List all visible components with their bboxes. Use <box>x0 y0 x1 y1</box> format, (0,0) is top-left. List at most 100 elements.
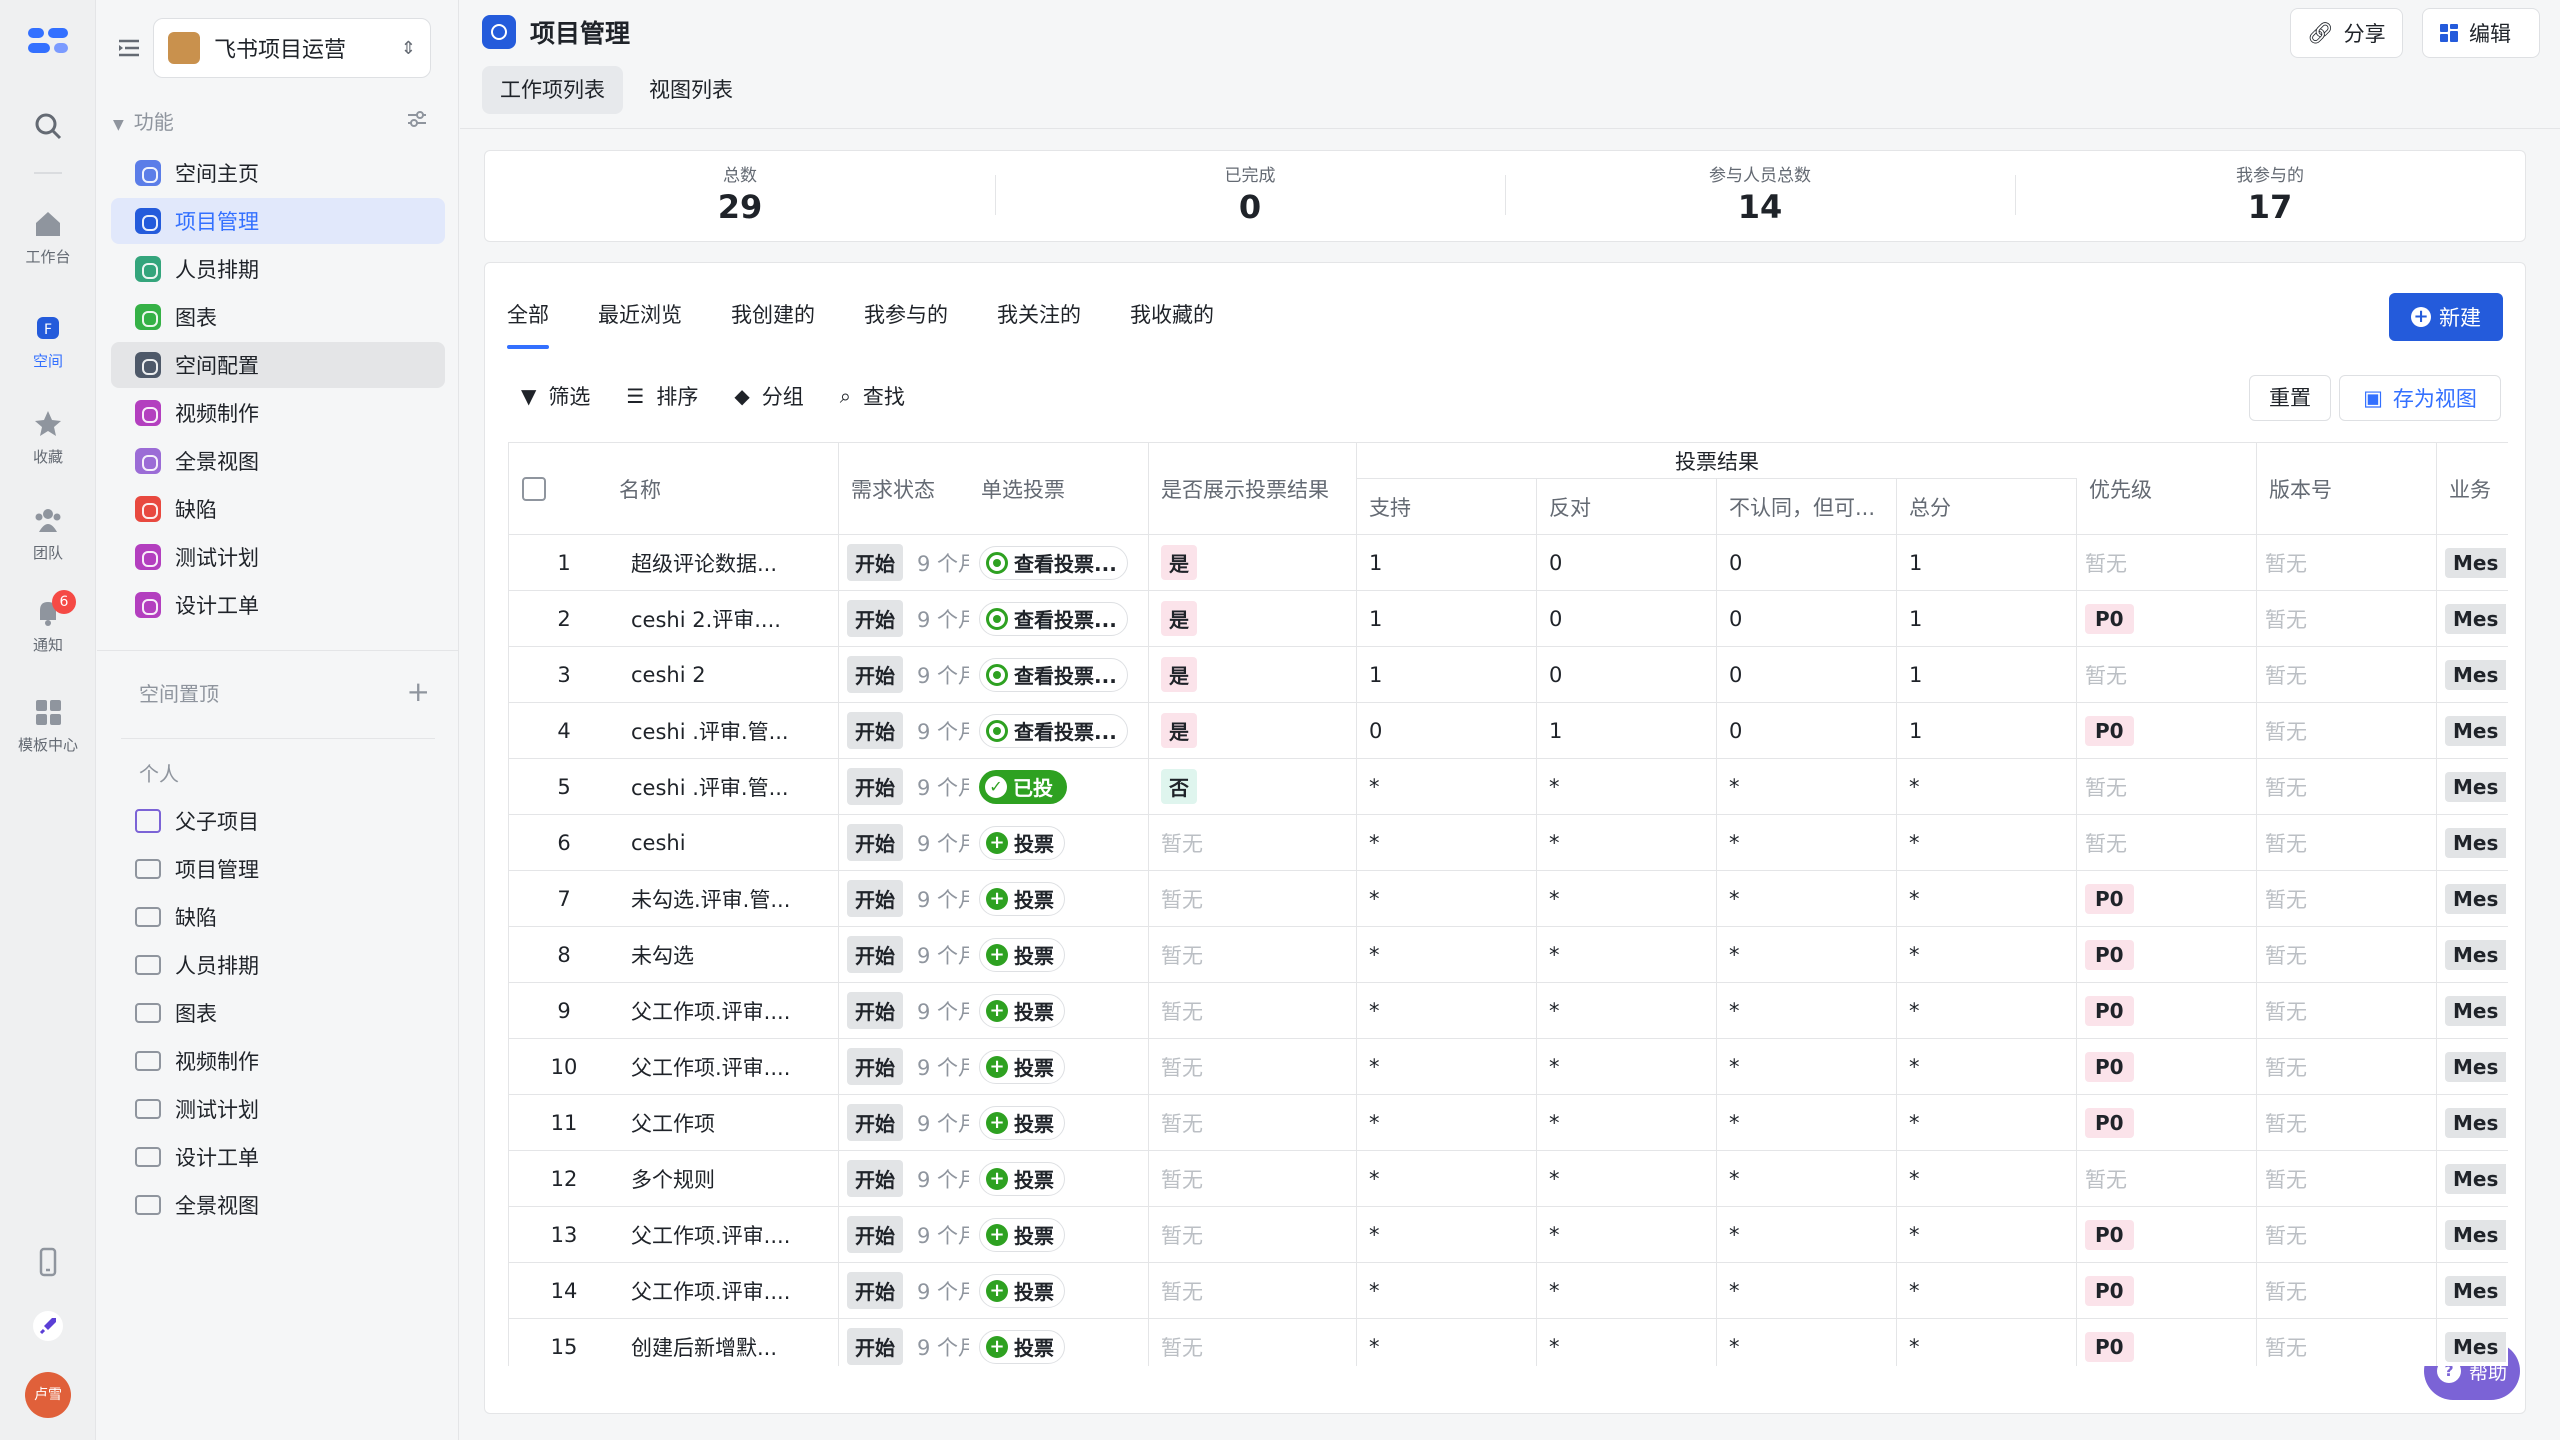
status-tag[interactable]: 开始 <box>847 544 903 581</box>
collapse-sidebar-icon[interactable] <box>115 34 143 62</box>
vote-button[interactable]: + 投票 <box>979 937 1065 972</box>
vote-cell[interactable]: + 投票 <box>969 1263 1149 1319</box>
sidebar-item-function[interactable]: 全景视图 <box>111 438 445 484</box>
priority-cell[interactable]: P0 <box>2077 927 2257 983</box>
view-vote-button[interactable]: 查看投票... <box>979 545 1128 580</box>
settings-sliders-icon[interactable] <box>406 108 428 130</box>
rail-notify[interactable]: 6 通知 <box>0 590 96 655</box>
vote-cell[interactable]: + 投票 <box>969 1207 1149 1263</box>
vote-button[interactable]: + 投票 <box>979 1161 1065 1196</box>
vote-cell[interactable]: + 投票 <box>969 1095 1149 1151</box>
vote-button[interactable]: + 投票 <box>979 825 1065 860</box>
mobile-button[interactable] <box>0 1246 96 1284</box>
item-name[interactable]: ceshi .评审.管... <box>631 772 789 802</box>
priority-cell[interactable]: P0 <box>2077 1319 2257 1366</box>
table-row-name[interactable]: 创建后新增默... <box>619 1319 839 1366</box>
table-row-name[interactable]: ceshi 2 <box>619 647 839 703</box>
sidebar-item-personal[interactable]: 人员排期 <box>111 942 445 988</box>
table-row-name[interactable]: ceshi 2.评审.... <box>619 591 839 647</box>
priority-cell[interactable]: P0 <box>2077 1207 2257 1263</box>
sidebar-item-personal[interactable]: 全景视图 <box>111 1182 445 1228</box>
priority-cell[interactable]: 暂无 <box>2077 647 2257 703</box>
vote-cell[interactable]: 查看投票... <box>969 535 1149 591</box>
priority-cell[interactable]: 暂无 <box>2077 815 2257 871</box>
sidebar-item-function[interactable]: 视频制作 <box>111 390 445 436</box>
avatar[interactable]: 卢雪 <box>25 1372 71 1418</box>
rocket-button[interactable] <box>0 1310 96 1348</box>
item-name[interactable]: 创建后新增默... <box>631 1332 777 1362</box>
share-button[interactable]: 🔗︎ 分享 <box>2290 8 2403 58</box>
status-tag[interactable]: 开始 <box>847 992 903 1029</box>
sidebar-item-personal[interactable]: 设计工单 <box>111 1134 445 1180</box>
table-row-name[interactable]: 父工作项.评审.... <box>619 1263 839 1319</box>
select-all-checkbox[interactable] <box>522 476 546 501</box>
rail-workbench[interactable]: 工作台 <box>0 208 96 267</box>
vote-cell[interactable]: + 投票 <box>969 1039 1149 1095</box>
rail-templates[interactable]: 模板中心 <box>0 696 96 755</box>
filter-tab-all[interactable]: 全部 <box>507 299 549 349</box>
priority-cell[interactable]: P0 <box>2077 1263 2257 1319</box>
filter-tab-recent[interactable]: 最近浏览 <box>598 299 682 349</box>
status-tag[interactable]: 开始 <box>847 936 903 973</box>
priority-cell[interactable]: P0 <box>2077 1039 2257 1095</box>
vote-cell[interactable]: + 投票 <box>969 1151 1149 1207</box>
find-button[interactable]: ⌕ 查找 <box>840 381 905 411</box>
select-all-cell[interactable] <box>509 443 559 535</box>
status-tag[interactable]: 开始 <box>847 880 903 917</box>
status-tag[interactable]: 开始 <box>847 1104 903 1141</box>
status-tag[interactable]: 开始 <box>847 1160 903 1197</box>
filter-tab-created[interactable]: 我创建的 <box>731 299 815 349</box>
sidebar-item-function[interactable]: 项目管理 <box>111 198 445 244</box>
sidebar-item-function[interactable]: 空间主页 <box>111 150 445 196</box>
sort-button[interactable]: ☰ 排序 <box>626 381 698 411</box>
priority-cell[interactable]: P0 <box>2077 703 2257 759</box>
new-button[interactable]: + 新建 <box>2389 293 2503 341</box>
table-row-name[interactable]: 未勾选 <box>619 927 839 983</box>
item-name[interactable]: 多个规则 <box>631 1164 715 1194</box>
edit-button[interactable]: 编辑 <box>2422 8 2540 58</box>
status-tag[interactable]: 开始 <box>847 1328 903 1365</box>
table-row-name[interactable]: 父工作项.评审.... <box>619 983 839 1039</box>
rail-space[interactable]: F 空间 <box>0 312 96 371</box>
sidebar-item-personal[interactable]: 图表 <box>111 990 445 1036</box>
table-row-name[interactable]: 未勾选.评审.管... <box>619 871 839 927</box>
item-name[interactable]: 父工作项.评审.... <box>631 1220 790 1250</box>
rail-team[interactable]: 团队 <box>0 504 96 563</box>
status-tag[interactable]: 开始 <box>847 768 903 805</box>
status-tag[interactable]: 开始 <box>847 824 903 861</box>
add-pinned-icon[interactable]: + <box>407 678 430 706</box>
table-row-name[interactable]: 父工作项 <box>619 1095 839 1151</box>
vote-cell[interactable]: + 投票 <box>969 983 1149 1039</box>
functions-section-toggle[interactable]: ▼ 功能 <box>113 106 174 135</box>
priority-cell[interactable]: 暂无 <box>2077 535 2257 591</box>
vote-button[interactable]: + 投票 <box>979 1217 1065 1252</box>
filter-tab-favorited[interactable]: 我收藏的 <box>1130 299 1214 349</box>
save-view-button[interactable]: ▣ 存为视图 <box>2339 375 2501 421</box>
item-name[interactable]: ceshi .评审.管... <box>631 716 789 746</box>
item-name[interactable]: ceshi <box>631 831 686 855</box>
group-button[interactable]: ◆ 分组 <box>734 381 803 411</box>
table-row-name[interactable]: 父工作项.评审.... <box>619 1207 839 1263</box>
vote-cell[interactable]: + 投票 <box>969 1319 1149 1366</box>
sidebar-item-personal[interactable]: 项目管理 <box>111 846 445 892</box>
tab-view-list[interactable]: 视图列表 <box>631 66 751 114</box>
sidebar-item-function[interactable]: 缺陷 <box>111 486 445 532</box>
filter-tab-participated[interactable]: 我参与的 <box>864 299 948 349</box>
table-row-name[interactable]: ceshi .评审.管... <box>619 759 839 815</box>
view-vote-button[interactable]: 查看投票... <box>979 713 1128 748</box>
priority-cell[interactable]: P0 <box>2077 983 2257 1039</box>
vote-button[interactable]: + 投票 <box>979 1273 1065 1308</box>
sidebar-item-personal[interactable]: 视频制作 <box>111 1038 445 1084</box>
sidebar-item-function[interactable]: 空间配置 <box>111 342 445 388</box>
sidebar-item-function[interactable]: 设计工单 <box>111 582 445 628</box>
item-name[interactable]: 父工作项 <box>631 1108 715 1138</box>
priority-cell[interactable]: P0 <box>2077 1095 2257 1151</box>
item-name[interactable]: 未勾选 <box>631 940 694 970</box>
item-name[interactable]: 父工作项.评审.... <box>631 1052 790 1082</box>
sidebar-item-function[interactable]: 人员排期 <box>111 246 445 292</box>
vote-cell[interactable]: + 投票 <box>969 815 1149 871</box>
sidebar-item-personal[interactable]: 缺陷 <box>111 894 445 940</box>
vote-cell[interactable]: ✓ 已投 <box>969 759 1149 815</box>
table-row-name[interactable]: ceshi <box>619 815 839 871</box>
item-name[interactable]: 父工作项.评审.... <box>631 996 790 1026</box>
